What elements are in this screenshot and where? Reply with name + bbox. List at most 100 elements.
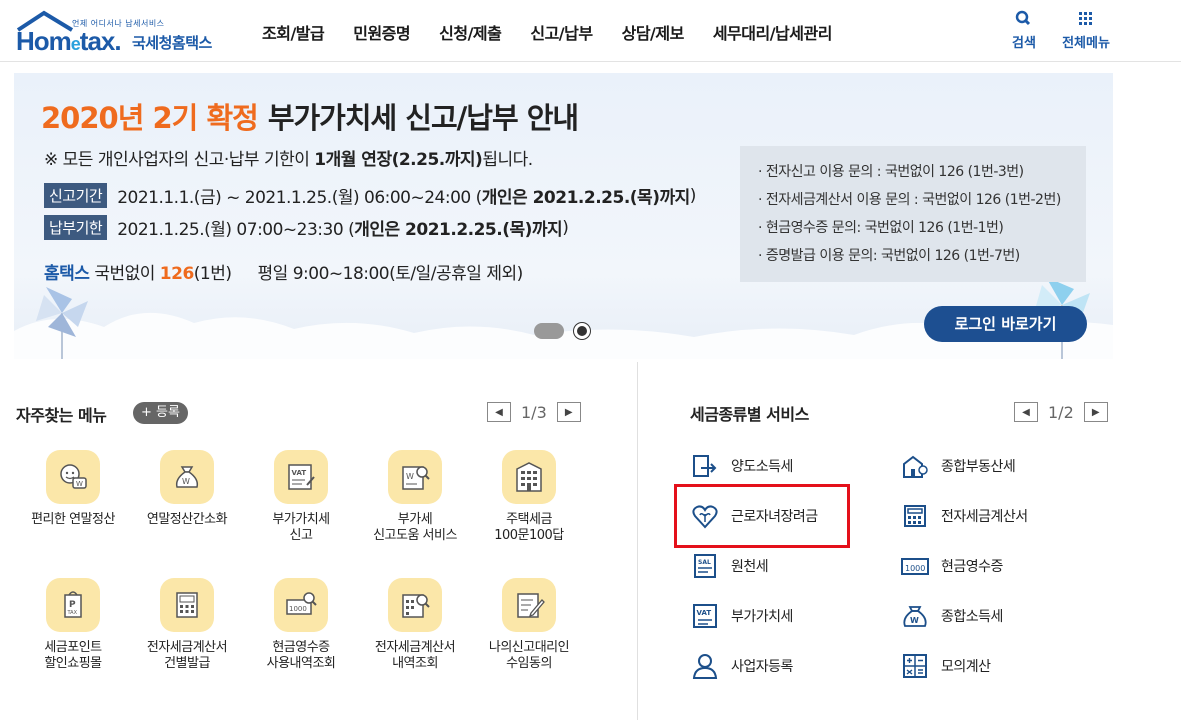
service-real-estate-tax[interactable]: 종합부동산세 xyxy=(900,451,1016,481)
svg-text:VAT: VAT xyxy=(292,469,307,477)
hometax-logo[interactable]: 언제 어디서나 납세서비스 Hometax. 국세청홈택스 xyxy=(14,6,234,56)
fav-label: 부가세 신고도움 서비스 xyxy=(373,512,457,543)
cash-receipt-search-icon: 1000 xyxy=(286,592,317,615)
next-page-button[interactable]: ▶ xyxy=(1083,402,1108,422)
service-label: 전자세금계산서 xyxy=(941,509,1028,525)
service-income-tax[interactable]: W 종합소득세 xyxy=(900,601,1003,631)
service-e-tax-invoice[interactable]: 전자세금계산서 xyxy=(900,501,1028,531)
fav-e-invoice-issue[interactable]: 전자세금계산서 건별발급 xyxy=(131,578,243,672)
vat-icon: VAT xyxy=(693,604,717,628)
banner-slide-1-indicator[interactable] xyxy=(534,323,564,339)
nav-tax-agent[interactable]: 세무대리/납세관리 xyxy=(713,20,833,44)
service-label: 모의계산 xyxy=(941,659,991,675)
pinwheel-icon xyxy=(36,287,88,359)
fav-label: 전자세금계산서 건별발급 xyxy=(146,640,228,671)
vat-document-icon: VAT xyxy=(288,464,315,490)
section-divider xyxy=(637,362,638,720)
fav-label: 연말정산간소화 xyxy=(146,512,228,527)
fav-vat-filing[interactable]: VAT 부가가치세 신고 xyxy=(245,450,357,544)
svg-text:TAX: TAX xyxy=(67,610,78,616)
calculator-icon xyxy=(176,592,198,618)
info-line: · 현금영수증 문의: 국번없이 126 (1번-1번) xyxy=(758,220,1004,236)
fav-e-invoice-history[interactable]: 전자세금계산서 내역조회 xyxy=(359,578,471,672)
prev-page-button[interactable]: ◀ xyxy=(487,402,511,422)
service-vat[interactable]: VAT 부가가치세 xyxy=(690,601,793,631)
service-label: 양도소득세 xyxy=(731,459,793,475)
info-line: · 증명발급 이용 문의: 국번없이 126 (1번-7번) xyxy=(758,248,1020,264)
service-label: 부가가치세 xyxy=(731,609,793,625)
banner-pagination xyxy=(534,323,590,339)
fav-year-end-simplified[interactable]: W 연말정산간소화 xyxy=(131,450,243,528)
banner-slide-2-indicator[interactable] xyxy=(574,323,590,339)
services-page-number: 1/2 xyxy=(1048,402,1074,422)
svg-text:W: W xyxy=(406,472,414,481)
info-line: · 전자세금계산서 이용 문의 : 국번없이 126 (1번-2번) xyxy=(758,192,1061,208)
banner-notice: ※ 모든 개인사업자의 신고·납부 기한이 1개월 연장(2.25.까지)됩니다… xyxy=(44,150,533,170)
all-menu-label: 전체메뉴 xyxy=(1062,36,1110,51)
favorites-page-number: 1/3 xyxy=(521,402,547,422)
nav-consult-report[interactable]: 상담/제보 xyxy=(622,20,685,44)
service-label: 사업자등록 xyxy=(731,659,793,675)
service-withholding-tax[interactable]: SAL 원천세 xyxy=(690,551,769,581)
svg-text:W: W xyxy=(76,480,83,488)
register-favorite-button[interactable]: + 등록 xyxy=(133,402,188,424)
global-nav: 조회/발급 민원증명 신청/제출 신고/납부 상담/제보 세무대리/납세관리 xyxy=(262,20,861,44)
fav-label: 편리한 연말정산 xyxy=(31,512,115,527)
business-registration-icon xyxy=(692,654,718,679)
nav-filing-payment[interactable]: 신고/납부 xyxy=(530,20,593,44)
fav-label: 세금포인트 할인쇼핑몰 xyxy=(44,640,102,671)
vat-help-icon: W xyxy=(402,466,430,490)
svg-text:1000: 1000 xyxy=(289,605,307,613)
service-business-registration[interactable]: 사업자등록 xyxy=(690,651,793,681)
service-mock-calculation[interactable]: 모의계산 xyxy=(900,651,991,681)
header: 언제 어디서나 납세서비스 Hometax. 국세청홈택스 조회/발급 민원증명… xyxy=(0,0,1181,62)
svg-text:SAL: SAL xyxy=(698,559,711,566)
fav-housing-tax-faq[interactable]: 주택세금 100문100답 xyxy=(473,450,585,544)
nav-certificates[interactable]: 민원증명 xyxy=(353,20,410,44)
fav-vat-help[interactable]: W 부가세 신고도움 서비스 xyxy=(359,450,471,544)
fav-agent-consent[interactable]: 나의신고대리인 수임동의 xyxy=(473,578,585,672)
money-bag-icon: W xyxy=(175,466,199,488)
svg-text:1000: 1000 xyxy=(905,564,925,573)
fav-tax-point-mall[interactable]: P TAX 세금포인트 할인쇼핑몰 xyxy=(17,578,129,672)
year-end-settlement-icon: W xyxy=(60,464,87,489)
real-estate-icon xyxy=(903,455,928,478)
fav-label: 나의신고대리인 수임동의 xyxy=(488,640,570,671)
service-transfer-income-tax[interactable]: 양도소득세 xyxy=(690,451,793,481)
nav-inquiry-issue[interactable]: 조회/발급 xyxy=(262,20,325,44)
next-page-button[interactable]: ▶ xyxy=(556,402,581,422)
search-icon xyxy=(1015,10,1031,26)
banner-contact: 홈택스 국번없이 126(1번) 평일 9:00~18:00(토/일/공휴일 제외… xyxy=(44,264,523,284)
services-pager: ◀ 1/2 ▶ xyxy=(1014,402,1108,422)
svg-text:P: P xyxy=(69,600,76,610)
income-tax-icon: W xyxy=(903,606,927,627)
search-button[interactable]: 검색 xyxy=(1009,10,1039,51)
service-label: 종합부동산세 xyxy=(941,459,1016,475)
payment-deadline-tag: 납부기한 xyxy=(44,215,108,240)
logo-wordmark: Hometax. xyxy=(16,26,122,56)
filing-period-tag: 신고기간 xyxy=(44,183,108,208)
favorites-title: 자주찾는 메뉴 xyxy=(16,406,107,425)
search-label: 검색 xyxy=(1012,36,1036,51)
fav-cash-receipt-history[interactable]: 1000 현금영수증 사용내역조회 xyxy=(245,578,357,672)
nav-application[interactable]: 신청/제출 xyxy=(439,20,502,44)
notice-banner[interactable]: 2020년 2기 확정 부가가치세 신고/납부 안내 ※ 모든 개인사업자의 신고… xyxy=(14,73,1113,359)
filing-period: 신고기간 2021.1.1.(금) ~ 2021.1.25.(월) 06:00~… xyxy=(44,183,696,208)
building-icon xyxy=(516,462,542,492)
prev-page-button[interactable]: ◀ xyxy=(1014,402,1038,422)
fav-label: 전자세금계산서 내역조회 xyxy=(374,640,456,671)
fav-label: 부가가치세 신고 xyxy=(272,512,330,543)
fav-label: 주택세금 100문100답 xyxy=(494,512,564,543)
fav-year-end-settlement[interactable]: W 편리한 연말정산 xyxy=(17,450,129,528)
services-title: 세금종류별 서비스 xyxy=(690,405,809,424)
login-shortcut-button[interactable]: 로그인 바로가기 xyxy=(924,306,1087,342)
all-menu-button[interactable]: 전체메뉴 xyxy=(1058,10,1114,51)
payment-deadline: 납부기한 2021.1.25.(월) 07:00~23:30 (개인은 2021… xyxy=(44,215,569,240)
service-cash-receipt[interactable]: 1000 현금영수증 xyxy=(900,551,1003,581)
invoice-search-icon xyxy=(402,594,430,618)
service-label: 현금영수증 xyxy=(941,559,1003,575)
transfer-income-icon xyxy=(693,455,717,477)
inquiry-info-box: · 전자신고 이용 문의 : 국번없이 126 (1번-3번) · 전자세금계산… xyxy=(740,146,1086,282)
svg-text:W: W xyxy=(182,477,190,486)
banner-title: 2020년 2기 확정 부가가치세 신고/납부 안내 xyxy=(41,101,579,135)
